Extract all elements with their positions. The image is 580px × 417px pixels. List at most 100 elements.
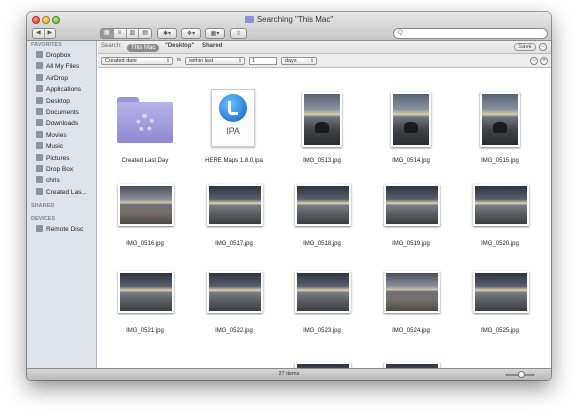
photo-thumbnail	[473, 184, 529, 226]
finder-window: Searching "This Mac" ◀ ▶ ▦ ≡ ▥ ▤ ✱▾ ❖▾ ▦…	[27, 12, 551, 380]
file-item[interactable]: IMG_0518.jpg	[287, 164, 357, 254]
sidebar-item-label: Movies	[46, 131, 67, 139]
file-item[interactable]: IMG_0517.jpg	[199, 164, 269, 254]
file-item[interactable]: IMG_0515.jpg	[465, 69, 535, 164]
action-menu-button[interactable]: ✱▾	[157, 28, 177, 39]
dropbox-menu-button[interactable]: ❖▾	[181, 28, 201, 39]
sidebar-item[interactable]: AirDrop	[27, 73, 96, 84]
photo-thumbnail	[302, 92, 342, 147]
all-files-icon	[36, 62, 43, 70]
search-field[interactable]: Q	[393, 28, 548, 39]
forward-button[interactable]: ▶	[45, 29, 56, 38]
file-name: IMG_0524.jpg	[392, 328, 430, 334]
sidebar-item-label: Downloads	[46, 120, 79, 128]
file-name: IMG_0519.jpg	[392, 241, 430, 247]
value-field[interactable]: 1	[249, 56, 277, 65]
search-scope-bar: Search: This Mac "Desktop" Shared Save −	[98, 41, 551, 54]
music-icon	[36, 142, 43, 150]
search-label: Search:	[101, 43, 122, 49]
sidebar-item-label: Pictures	[46, 154, 70, 162]
sidebar-item[interactable]: Remote Disc	[27, 224, 96, 235]
file-item[interactable]: IMG_0521.jpg	[110, 251, 180, 341]
favorites-list: Dropbox All My Files AirDrop Applications De…	[27, 50, 96, 198]
file-item[interactable]: IPA HERE Maps 1.8.0.ipa	[199, 69, 269, 164]
sidebar-item[interactable]: Music	[27, 141, 96, 152]
file-name: IMG_0522.jpg	[215, 328, 253, 334]
sidebar-item-label: Desktop	[46, 97, 70, 105]
sidebar-item[interactable]: Documents	[27, 107, 96, 118]
scope-this-mac[interactable]: This Mac	[127, 43, 160, 52]
icon-view-button[interactable]: ▦	[101, 29, 114, 38]
attribute-value: Created date	[105, 57, 137, 64]
title-bar: Searching "This Mac" ◀ ▶ ▦ ≡ ▥ ▤ ✱▾ ❖▾ ▦…	[27, 12, 551, 41]
smart-folder-icon	[36, 187, 43, 195]
file-item[interactable]: IMG_0520.jpg	[465, 164, 535, 254]
sidebar-item[interactable]: Created Las...	[27, 187, 96, 198]
arrange-menu-button[interactable]: ▦▾	[205, 28, 225, 39]
file-item[interactable]: IMG_0522.jpg	[199, 251, 269, 341]
share-button[interactable]: ⇧	[230, 28, 247, 39]
desktop-icon	[36, 96, 43, 104]
downloads-icon	[36, 119, 43, 127]
photo-thumbnail	[295, 271, 351, 313]
file-item[interactable]: IMG_0525.jpg	[465, 251, 535, 341]
list-view-button[interactable]: ≡	[114, 29, 127, 38]
file-name: IMG_0520.jpg	[481, 241, 519, 247]
sidebar-item-label: Music	[46, 143, 63, 151]
sidebar-item-label: Dropbox	[46, 52, 71, 59]
sidebar-item[interactable]: Drop Box	[27, 164, 96, 175]
back-button[interactable]: ◀	[33, 29, 45, 38]
sidebar-item[interactable]: All My Files	[27, 61, 96, 72]
unit-popup[interactable]: days ⇕	[281, 56, 317, 65]
unit-value: days	[285, 57, 297, 64]
sidebar-item[interactable]: Downloads	[27, 118, 96, 129]
status-bar: 27 items	[27, 368, 551, 380]
photo-thumbnail	[207, 184, 263, 226]
remote-disc-icon	[36, 225, 43, 233]
photo-thumbnail	[295, 184, 351, 226]
file-item[interactable]: IMG_0516.jpg	[110, 164, 180, 254]
sidebar-item[interactable]: Pictures	[27, 153, 96, 164]
file-item[interactable]: IMG_0524.jpg	[376, 251, 446, 341]
scope-desktop[interactable]: "Desktop"	[165, 43, 194, 49]
sidebar-item-label: Created Las...	[46, 188, 87, 196]
sidebar: FAVORITES Dropbox All My Files AirDrop Appl…	[27, 41, 97, 368]
remove-criteria-button[interactable]: −	[530, 56, 538, 65]
close-search-button[interactable]: −	[539, 43, 547, 51]
sidebar-item-label: AirDrop	[46, 74, 69, 82]
file-name: IMG_0525.jpg	[481, 328, 519, 334]
is-label: is	[177, 56, 181, 63]
file-item[interactable]: IMG_0514.jpg	[376, 69, 446, 164]
sidebar-item[interactable]: Dropbox	[27, 50, 96, 61]
sidebar-item[interactable]: Desktop	[27, 96, 96, 107]
coverflow-view-button[interactable]: ▤	[139, 29, 151, 38]
save-search-button[interactable]: Save	[514, 43, 536, 51]
applications-icon	[36, 85, 43, 93]
devices-heading: DEVICES	[31, 216, 56, 223]
scope-shared[interactable]: Shared	[202, 43, 222, 49]
photo-thumbnail	[207, 271, 263, 313]
smart-folder-icon	[117, 97, 173, 143]
ipa-file-icon: IPA	[211, 89, 255, 147]
file-item[interactable]: Created Last Day	[110, 69, 180, 164]
operator-popup[interactable]: within last ⇕	[185, 56, 245, 65]
file-item[interactable]: IMG_0523.jpg	[287, 251, 357, 341]
file-name: IMG_0523.jpg	[303, 328, 341, 334]
sidebar-item-label: Applications	[46, 86, 82, 94]
search-criteria-row: Created date ⇕ is within last ⇕ 1 days ⇕ − …	[98, 54, 551, 68]
popup-arrows-icon: ⇕	[237, 57, 242, 64]
shared-heading: SHARED	[31, 203, 55, 210]
icon-size-slider-knob[interactable]	[518, 371, 525, 378]
sidebar-item[interactable]: chris	[27, 175, 96, 186]
sidebar-item[interactable]: Applications	[27, 84, 96, 95]
photo-thumbnail	[384, 184, 440, 226]
sidebar-item[interactable]: Movies	[27, 130, 96, 141]
dropbox-icon	[36, 51, 43, 58]
photo-thumbnail	[118, 184, 174, 226]
file-item[interactable]: IMG_0513.jpg	[287, 69, 357, 164]
column-view-button[interactable]: ▥	[127, 29, 140, 38]
photo-thumbnail	[480, 92, 520, 147]
file-item[interactable]: IMG_0519.jpg	[376, 164, 446, 254]
attribute-popup[interactable]: Created date ⇕	[101, 56, 173, 65]
add-criteria-button[interactable]: +	[540, 56, 548, 65]
